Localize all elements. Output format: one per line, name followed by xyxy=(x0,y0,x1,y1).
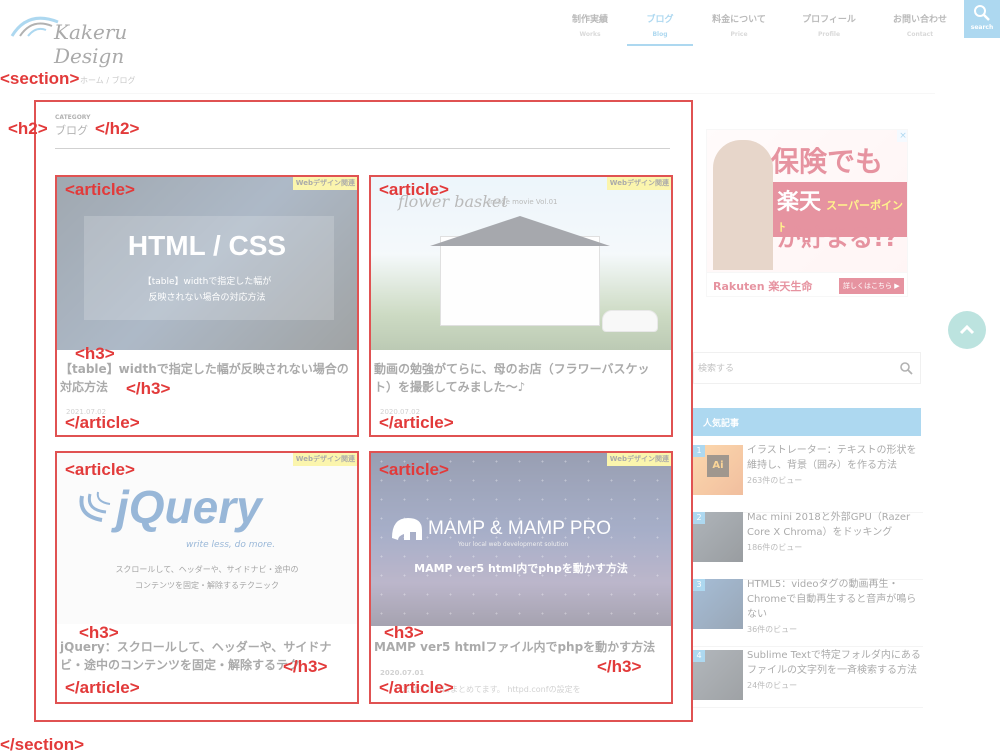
h2-close-tag: </h2> xyxy=(95,119,140,138)
popular-item[interactable]: 4 Sublime Textで特定フォルダ内にあるファイルの文字列を一斉検索する… xyxy=(693,650,923,708)
nav-item-price[interactable]: 料金について Price xyxy=(699,12,779,38)
sidebar-search-input[interactable] xyxy=(698,359,888,377)
nav-item-profile[interactable]: プロフィール Profile xyxy=(789,12,869,38)
sidebar-ad[interactable]: 保険でも 楽天 スーパーポイント が貯まる!? Rakuten 楽天生命 詳しく… xyxy=(706,129,908,297)
article-open-tag: <article> xyxy=(379,460,449,479)
popular-title-text[interactable]: Mac mini 2018と外部GPU（Razer Core X Chroma）… xyxy=(747,512,910,538)
ad-cta-button[interactable]: 詳しくはこちら ▶ xyxy=(839,278,904,294)
article-outline xyxy=(369,175,673,437)
nav-item-works[interactable]: 制作実績 Works xyxy=(550,12,630,38)
breadcrumb: ホーム / ブログ xyxy=(80,75,136,86)
h3-close-tag: </h3> xyxy=(126,379,171,398)
ad-headline: 保険でも xyxy=(771,145,884,178)
ad-headline: が貯まる!? xyxy=(777,224,898,252)
popular-title-text[interactable]: イラストレーター：テキストの形状を維持し、背景（囲み）を作る方法 xyxy=(747,445,917,471)
nav-sub: Blog xyxy=(652,31,668,38)
breadcrumb-divider xyxy=(40,93,935,94)
rank-badge: 4 xyxy=(693,650,705,662)
popular-item-title: Sublime Textで特定フォルダ内にあるファイルの文字列を一斉検索する方法… xyxy=(747,648,925,693)
h3-close-tag: </h3> xyxy=(597,657,642,676)
rank-badge: 3 xyxy=(693,579,705,591)
sidebar-search-box[interactable] xyxy=(693,352,921,384)
nav-label: お問い合わせ xyxy=(892,15,947,25)
breadcrumb-home[interactable]: ホーム xyxy=(80,76,104,85)
popular-item-title: イラストレーター：テキストの形状を維持し、背景（囲み）を作る方法 263件のビュー xyxy=(747,443,925,488)
breadcrumb-separator: / xyxy=(106,76,110,85)
nav-item-blog[interactable]: ブログ Blog xyxy=(620,12,700,38)
nav-sub: Price xyxy=(730,31,748,38)
h3-close-tag: </h3> xyxy=(283,657,328,676)
popular-heading: 人気記事 xyxy=(693,408,921,436)
article-close-tag: </article> xyxy=(65,413,140,432)
nav-label: 制作実績 xyxy=(571,15,608,25)
h3-open-tag: <h3> xyxy=(384,623,424,642)
illustrator-icon: Ai xyxy=(707,455,729,477)
h2-open-tag: <h2> xyxy=(8,119,48,138)
ad-person xyxy=(713,140,773,270)
nav-active-underline xyxy=(627,44,693,46)
article-open-tag: <article> xyxy=(65,180,135,199)
view-count: 263件のビュー xyxy=(747,476,803,485)
nav-label: 料金について xyxy=(712,15,766,25)
popular-item[interactable]: 3 HTML5：videoタグの動画再生・Chromeで自動再生すると音声が鳴ら… xyxy=(693,579,923,647)
page-top-button[interactable] xyxy=(948,311,986,349)
breadcrumb-current: ブログ xyxy=(111,76,136,85)
nav-sub: Profile xyxy=(817,31,841,38)
popular-heading-text: 人気記事 xyxy=(703,419,740,429)
nav-label: ブログ xyxy=(646,15,674,25)
search-icon xyxy=(974,5,990,21)
article-open-tag: <article> xyxy=(65,460,135,479)
ad-brand: Rakuten 楽天生命 xyxy=(713,280,813,293)
article-open-tag: <article> xyxy=(379,180,449,199)
h3-open-tag: <h3> xyxy=(75,344,115,363)
nav-item-contact[interactable]: お問い合わせ Contact xyxy=(880,12,960,38)
section-close-tag: </section> xyxy=(0,735,85,754)
article-close-tag: </article> xyxy=(379,413,454,432)
article-close-tag: </article> xyxy=(65,678,140,697)
site-logo[interactable]: Kakeru Design xyxy=(8,6,178,68)
popular-title-text[interactable]: HTML5：videoタグの動画再生・Chromeで自動再生すると音声が鳴らない xyxy=(747,579,916,620)
search-button-label: search xyxy=(970,24,994,31)
ad-close-icon[interactable]: × xyxy=(897,130,907,142)
nav-sub: Contact xyxy=(906,31,934,38)
popular-title-text[interactable]: Sublime Textで特定フォルダ内にあるファイルの文字列を一斉検索する方法 xyxy=(747,650,921,676)
h3-open-tag: <h3> xyxy=(79,623,119,642)
ad-brand-word: 楽天 xyxy=(777,190,822,215)
view-count: 186件のビュー xyxy=(747,543,803,552)
popular-item-title: HTML5：videoタグの動画再生・Chromeで自動再生すると音声が鳴らない… xyxy=(747,577,925,637)
popular-item[interactable]: 2 Mac mini 2018と外部GPU（Razer Core X Chrom… xyxy=(693,512,923,580)
article-outline xyxy=(55,175,359,437)
nav-label: プロフィール xyxy=(802,15,856,25)
popular-item-title: Mac mini 2018と外部GPU（Razer Core X Chroma）… xyxy=(747,510,925,555)
header-search-button[interactable]: search xyxy=(964,0,1000,38)
search-icon[interactable] xyxy=(900,362,913,375)
view-count: 24件のビュー xyxy=(747,681,798,690)
nav-sub: Works xyxy=(579,31,601,38)
section-open-tag: <section> xyxy=(0,69,80,88)
rank-badge: 2 xyxy=(693,512,705,524)
popular-item[interactable]: Ai 1 イラストレーター：テキストの形状を維持し、背景（囲み）を作る方法 263… xyxy=(693,445,923,513)
logo-text: Kakeru Design xyxy=(54,20,128,68)
view-count: 36件のビュー xyxy=(747,625,798,634)
article-close-tag: </article> xyxy=(379,678,454,697)
chevron-up-icon xyxy=(959,324,975,335)
rank-badge: 1 xyxy=(693,445,705,457)
